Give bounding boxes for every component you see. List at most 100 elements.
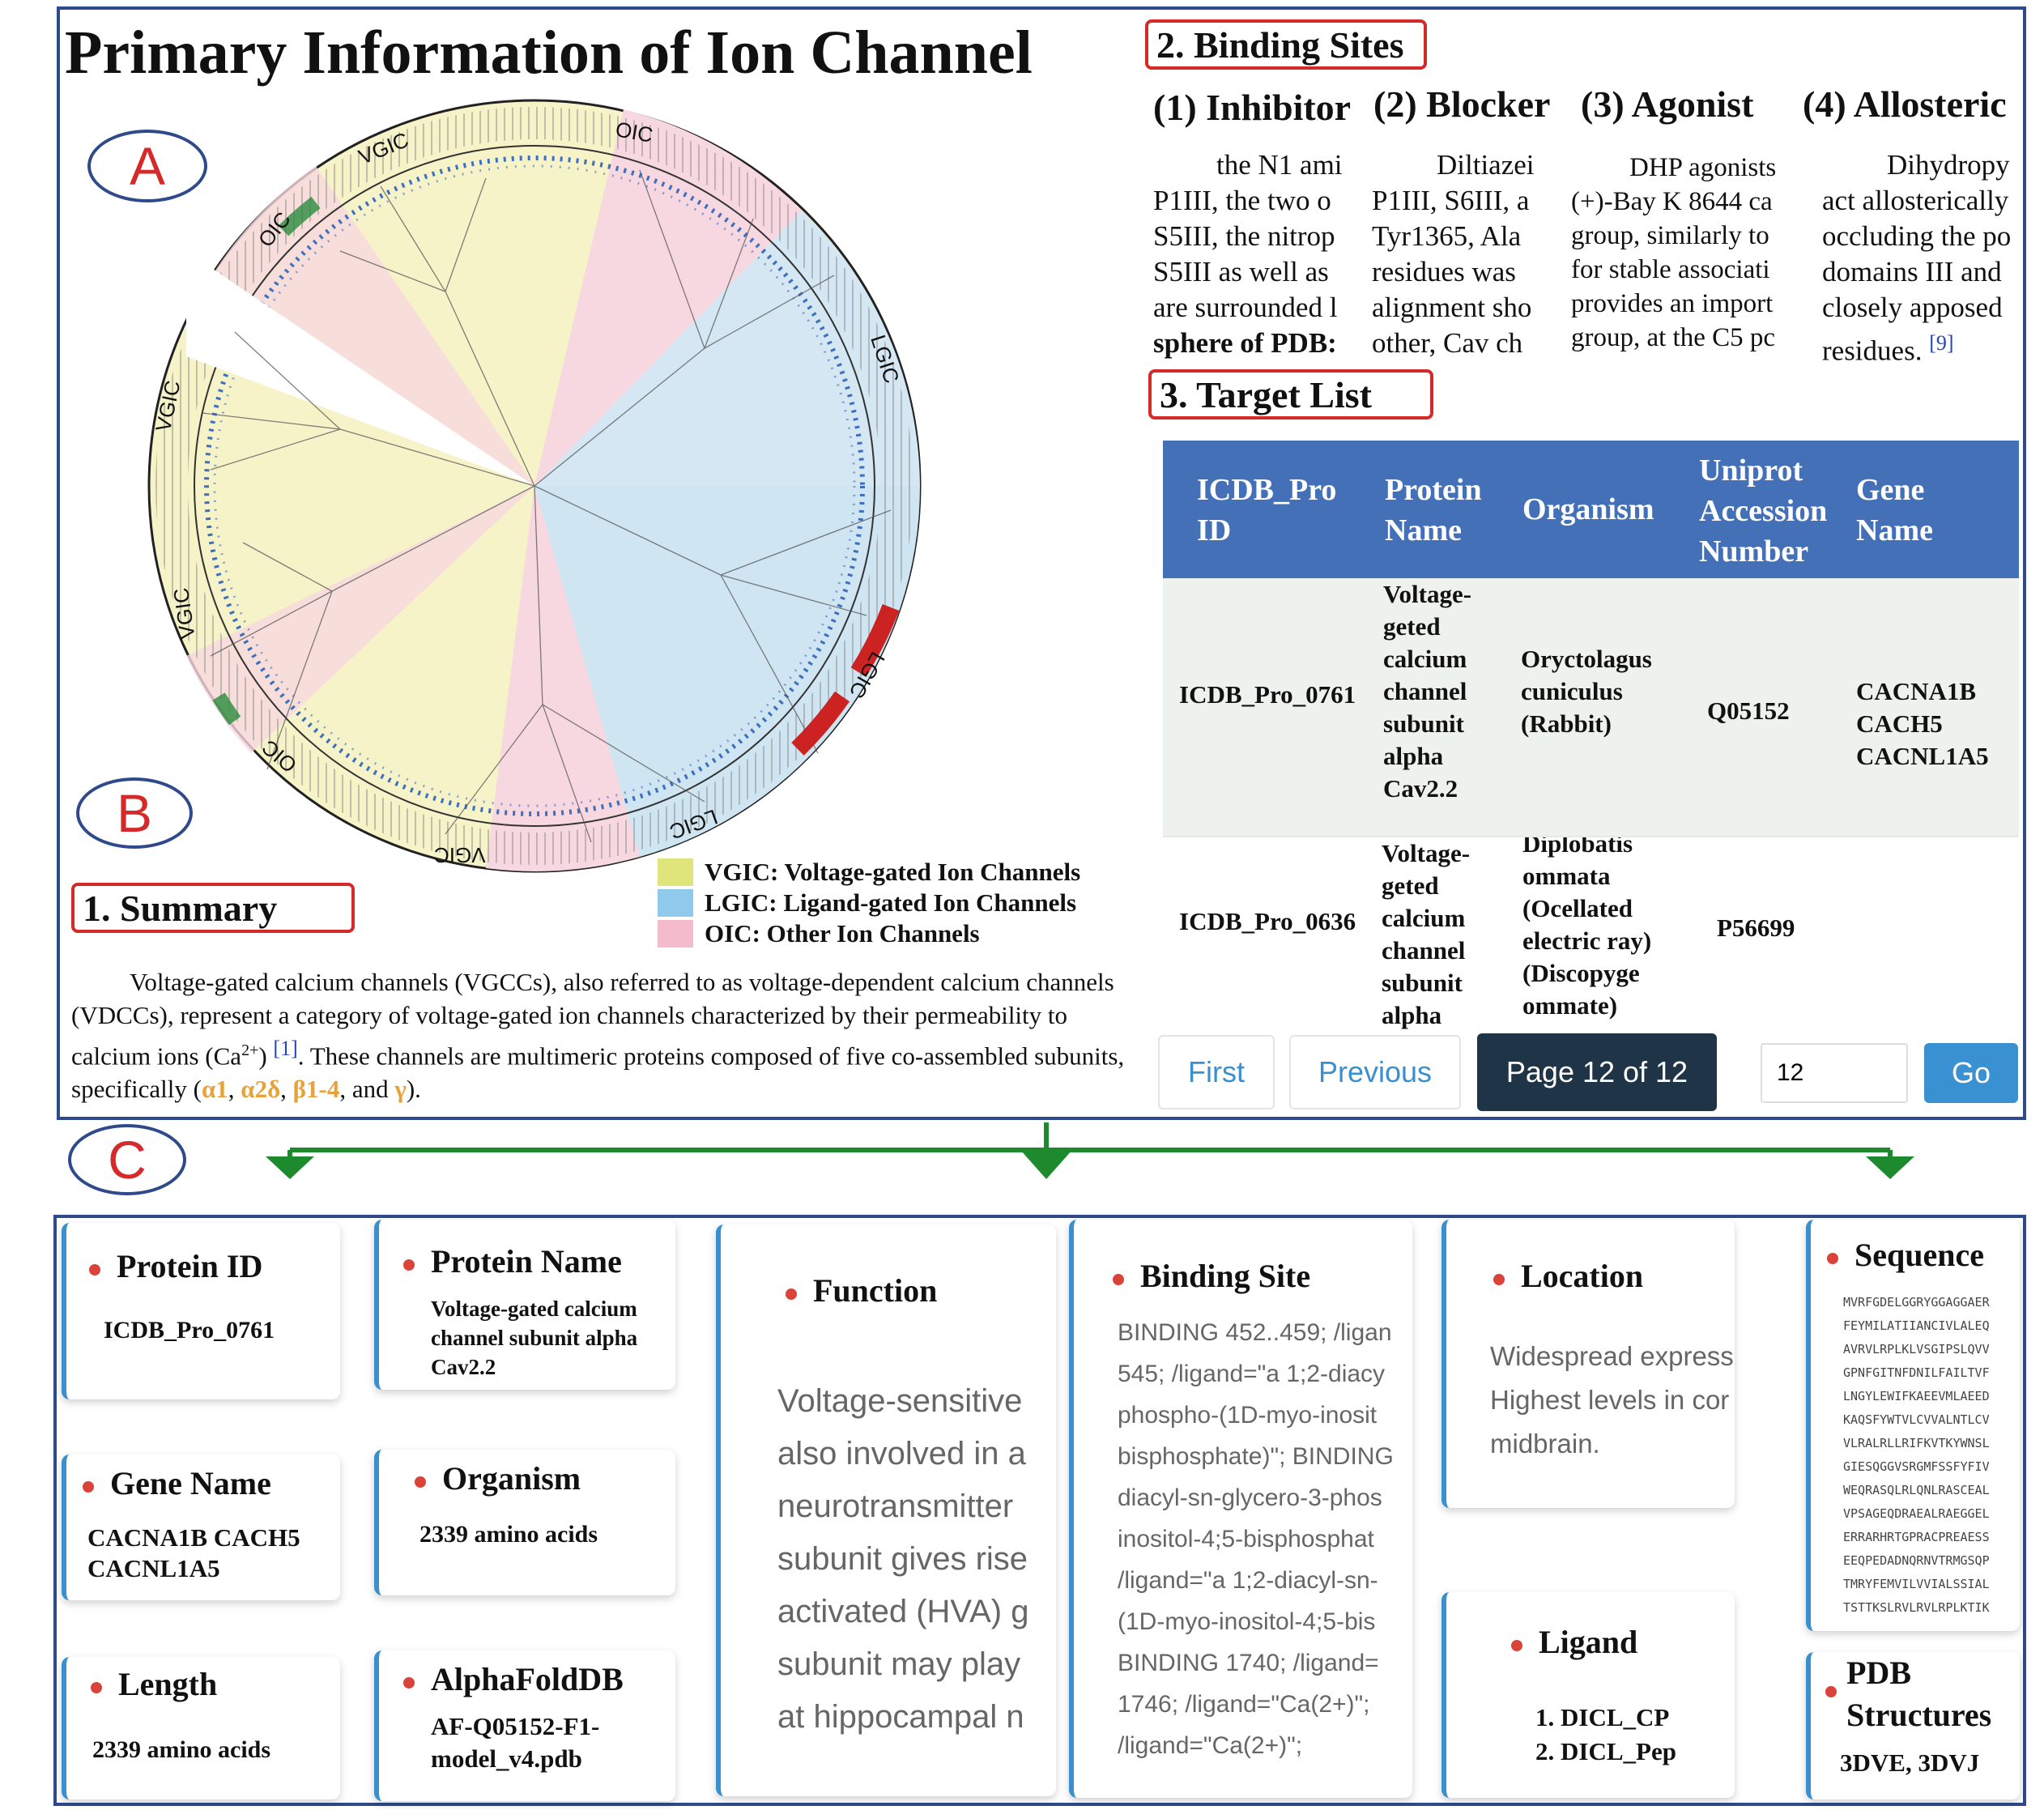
- card-title: Length: [91, 1665, 217, 1703]
- ligand-list: 1. DICL_CP 2. DICL_Pep: [1535, 1701, 1676, 1769]
- legend-label: LGIC: Ligand-gated Ion Channels: [705, 888, 1077, 917]
- cell-organism: Oryctolagus cuniculus (Rabbit): [1521, 645, 1652, 738]
- sequence-line: WEQRASQLRLQNLRASCEAL: [1843, 1483, 1990, 1497]
- sequence-line: MVRFGDELGGRYGGAGGAER: [1843, 1295, 1990, 1310]
- binding-text-agonist: DHP agonists (+)-Bay K 8644 ca group, si…: [1571, 151, 1799, 355]
- text-line: subunit may play: [777, 1646, 1021, 1682]
- sequence-text: MVRFGDELGGRYGGAGGAER FEYMILATIIANCIVLALE…: [1843, 1291, 1990, 1620]
- sequence-line: VLRALRLLRIFKVTKYWNSL: [1843, 1436, 1990, 1450]
- card-title-text: AlphaFoldDB: [431, 1661, 624, 1697]
- card-title-text: Binding Site: [1140, 1258, 1311, 1294]
- text-line: 545; /ligand="a 1;2-diacy: [1118, 1361, 1386, 1387]
- card-title: Ligand: [1511, 1623, 1637, 1661]
- column-header-organism[interactable]: Organism: [1522, 489, 1684, 530]
- column-header-accession[interactable]: Uniprot Accession Number: [1699, 450, 1853, 572]
- summary-part: , and: [339, 1075, 395, 1104]
- table-row[interactable]: ICDB_Pro_0761 Voltage-geted calcium chan…: [1163, 578, 2019, 836]
- card-title-text: Gene Name: [110, 1465, 271, 1501]
- summary-heading: 1. Summary: [71, 883, 355, 933]
- binding-tab-allosteric[interactable]: (4) Allosteric: [1803, 83, 2021, 126]
- card-pdb-structures: PDB Structures 3DVE, 3DVJ: [1806, 1652, 2020, 1799]
- column-header-id[interactable]: ICDB_Pro ID: [1197, 470, 1359, 551]
- first-page-button[interactable]: First: [1158, 1035, 1275, 1109]
- text-line: at hippocampal n: [777, 1699, 1024, 1735]
- allosteric-reference-link[interactable]: [9]: [1929, 331, 1953, 355]
- column-header-protein-name[interactable]: Protein Name: [1385, 470, 1506, 551]
- bullet-icon: [403, 1258, 415, 1271]
- page-number-input[interactable]: [1761, 1043, 1908, 1103]
- bullet-icon: [1827, 1252, 1838, 1264]
- text-line: are surrounded l: [1153, 292, 1338, 323]
- text-line: Highest levels in cor: [1490, 1385, 1730, 1415]
- text-line: BINDING 452..459; /ligan: [1118, 1319, 1392, 1346]
- sequence-line: TMRYFEMVILVVIALSSIAL: [1843, 1577, 1990, 1591]
- text-line: Voltage-sensitive: [777, 1383, 1023, 1419]
- card-length: Length 2339 amino acids: [62, 1657, 340, 1799]
- subunit-alpha2delta: α2δ: [241, 1075, 281, 1104]
- card-title: Protein Name: [403, 1242, 622, 1280]
- card-title: Organism: [415, 1459, 581, 1497]
- card-protein-id: Protein ID ICDB_Pro_0761: [62, 1223, 340, 1399]
- text-line: residues. [9]: [1822, 326, 2020, 369]
- ligand-item[interactable]: 2. DICL_Pep: [1535, 1735, 1676, 1769]
- card-alphafold: AlphaFoldDB AF-Q05152-F1-model_v4.pdb: [374, 1650, 675, 1801]
- card-title: PDB Structures: [1846, 1655, 1992, 1733]
- text-line: residues was: [1372, 256, 1516, 287]
- legend-swatch: [658, 889, 693, 917]
- sequence-line: ERRARHRTGPRACPREAESS: [1843, 1530, 1990, 1544]
- legend-item-oic: OIC: Other Ion Channels: [658, 918, 1080, 949]
- card-value: 2339 amino acids: [92, 1736, 271, 1763]
- card-value[interactable]: 3DVE, 3DVJ: [1840, 1748, 1979, 1778]
- binding-tab-agonist[interactable]: (3) Agonist: [1581, 83, 1753, 126]
- column-header-gene-name[interactable]: Gene Name: [1856, 470, 1969, 551]
- summary-reference-link[interactable]: [1]: [273, 1037, 297, 1060]
- bullet-icon: [1825, 1686, 1837, 1698]
- ligand-item[interactable]: 1. DICL_CP: [1535, 1701, 1676, 1735]
- legend-label: OIC: Other Ion Channels: [705, 919, 980, 948]
- text-line: the N1 ami: [1216, 149, 1343, 181]
- text-line: Diltiazei: [1437, 149, 1535, 181]
- text-fragment: residues.: [1822, 334, 1930, 367]
- text-line: /ligand="a 1;2-diacyl-sn-: [1118, 1567, 1378, 1594]
- text-line: 1746; /ligand="Ca(2+)";: [1118, 1691, 1370, 1718]
- text-line: (1D-myo-inositol-4;5-bis: [1118, 1608, 1376, 1635]
- binding-tab-inhibitor[interactable]: (1) Inhibitor: [1153, 86, 1351, 129]
- text-line: activated (HVA) g: [777, 1594, 1029, 1629]
- card-title: Protein ID: [89, 1247, 262, 1285]
- binding-text-allosteric: Dihydropy act allosterically occluding t…: [1822, 147, 2020, 369]
- text-line: alignment sho: [1372, 292, 1532, 323]
- text-line: sphere of PDB:: [1153, 327, 1337, 359]
- bullet-icon: [89, 1263, 100, 1276]
- legend-swatch: [658, 858, 693, 886]
- previous-page-button[interactable]: Previous: [1289, 1035, 1461, 1109]
- cell-gene-name: CACNA1B CACH5 CACNL1A5: [1856, 677, 1989, 770]
- card-sequence: Sequence MVRFGDELGGRYGGAGGAER FEYMILATII…: [1806, 1220, 2020, 1631]
- location-text: Widespread expressi Highest levels in co…: [1490, 1335, 1735, 1466]
- card-value: CACNA1B CACH5 CACNL1A5: [87, 1523, 300, 1582]
- table-row[interactable]: ICDB_Pro_0636 Voltage-geted calcium chan…: [1163, 836, 2019, 1030]
- go-button[interactable]: Go: [1924, 1043, 2018, 1103]
- text-line: /ligand="Ca(2+)";: [1118, 1732, 1303, 1759]
- binding-tab-blocker[interactable]: (2) Blocker: [1373, 83, 1550, 126]
- text-line: P1III, S6III, a: [1372, 185, 1530, 216]
- card-title: Gene Name: [83, 1464, 271, 1502]
- card-title-text: Ligand: [1539, 1624, 1638, 1660]
- text-line: neurotransmitter: [777, 1488, 1014, 1524]
- binding-site-text: BINDING 452..459; /ligan 545; /ligand="a…: [1118, 1312, 1394, 1766]
- summary-part: ,: [280, 1075, 293, 1104]
- bullet-icon: [1493, 1273, 1505, 1285]
- card-title: Function: [786, 1271, 937, 1310]
- page-title: Primary Information of Ion Channel: [65, 19, 1033, 87]
- current-page-indicator: Page 12 of 12: [1477, 1033, 1717, 1111]
- sequence-line: AVRVLRPLKLVSGIPSLQVV: [1843, 1342, 1990, 1356]
- card-title-text: Protein ID: [117, 1248, 263, 1284]
- text-line: act allosterically: [1822, 185, 2009, 216]
- card-title-text: Organism: [442, 1460, 581, 1497]
- text-line: group, at the C5 pc: [1571, 323, 1776, 352]
- cell-accession: P56699: [1717, 914, 1795, 942]
- card-title: Binding Site: [1113, 1257, 1310, 1295]
- text-line: subunit gives rise: [777, 1541, 1028, 1577]
- text-line: domains III and: [1822, 256, 2002, 287]
- text-line: Widespread expressi: [1490, 1341, 1735, 1371]
- legend-swatch: [658, 920, 693, 948]
